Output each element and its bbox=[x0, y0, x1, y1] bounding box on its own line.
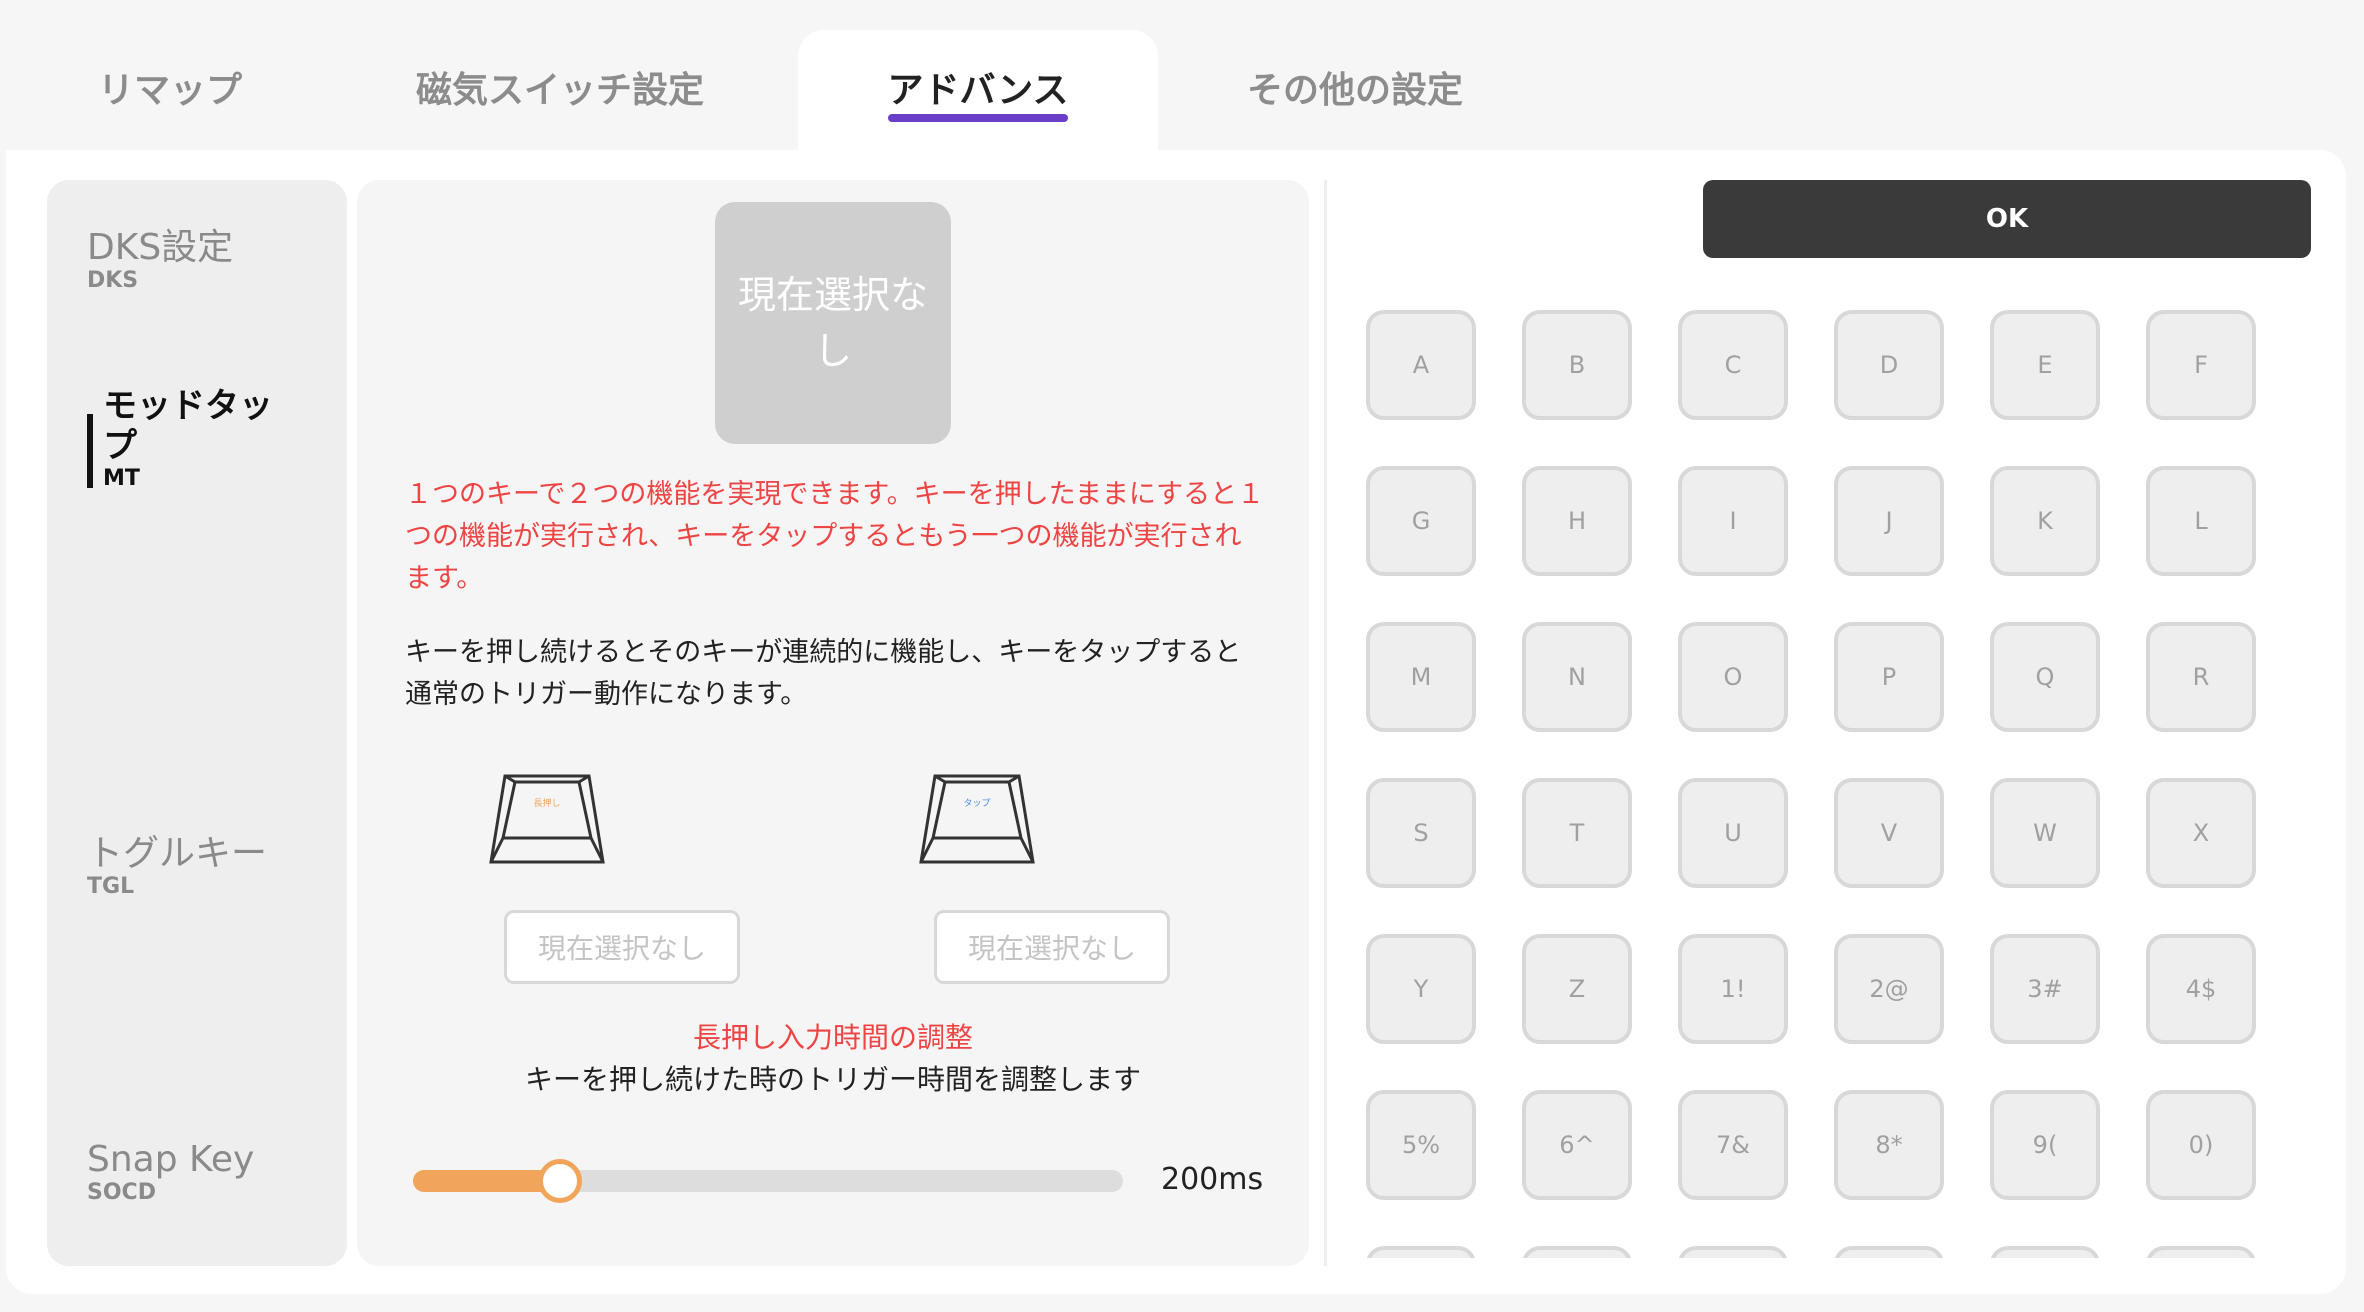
key-button[interactable]: H bbox=[1522, 466, 1632, 576]
key-button[interactable]: J bbox=[1834, 466, 1944, 576]
key-button[interactable]: 7& bbox=[1678, 1090, 1788, 1200]
key-button[interactable]: E bbox=[1990, 310, 2100, 420]
sidebar-item-dks[interactable]: DKS設定 DKS bbox=[87, 228, 233, 294]
sidebar-item-title: DKS設定 bbox=[87, 227, 234, 268]
key-button[interactable]: X bbox=[2146, 778, 2256, 888]
key-button[interactable]: D bbox=[1834, 310, 1944, 420]
sidebar-item-sub: MT bbox=[103, 466, 140, 491]
tab-label: その他の設定 bbox=[1246, 70, 1463, 111]
behavior-description: キーを押し続けるとそのキーが連続的に機能し、キーをタップすると通常のトリガー動作… bbox=[405, 637, 1242, 710]
current-selection-display[interactable]: 現在選択なし bbox=[715, 202, 951, 444]
feature-description: １つのキーで２つの機能を実現できます。キーを押したままにすると１つの機能が実行さ… bbox=[405, 479, 1265, 594]
key-button[interactable]: 4$ bbox=[2146, 934, 2256, 1044]
key-button[interactable]: F bbox=[2146, 310, 2256, 420]
key-button[interactable]: C bbox=[1678, 310, 1788, 420]
key-button[interactable]: I bbox=[1678, 466, 1788, 576]
sidebar-item-title: トグルキー bbox=[87, 833, 268, 874]
tap-action-button[interactable]: 現在選択なし bbox=[934, 910, 1170, 984]
key-button[interactable]: L bbox=[2146, 466, 2256, 576]
hold-time-title: 長押し入力時間の調整 bbox=[692, 1021, 973, 1054]
tab-label: 磁気スイッチ設定 bbox=[415, 70, 704, 111]
key-button[interactable]: 5% bbox=[1366, 1090, 1476, 1200]
key-button[interactable]: T bbox=[1522, 778, 1632, 888]
key-button[interactable]: R bbox=[2146, 622, 2256, 732]
tab-label: アドバンス bbox=[887, 70, 1069, 111]
key-button[interactable]: G bbox=[1366, 466, 1476, 576]
key-button[interactable]: 3# bbox=[1990, 934, 2100, 1044]
hold-keycap-icon: 長押し bbox=[489, 774, 605, 864]
active-item-indicator bbox=[87, 414, 93, 488]
ok-button[interactable]: OK bbox=[1703, 180, 2311, 258]
key-button[interactable]: 1! bbox=[1678, 934, 1788, 1044]
key-button[interactable] bbox=[1366, 1246, 1476, 1258]
key-button[interactable]: S bbox=[1366, 778, 1476, 888]
sidebar-item-title: Snap Key bbox=[87, 1139, 255, 1180]
sidebar-item-sub: TGL bbox=[87, 874, 135, 899]
tab-remap[interactable]: リマップ bbox=[60, 30, 280, 150]
mod-tap-config: 現在選択なし １つのキーで２つの機能を実現できます。キーを押したままにすると１つ… bbox=[357, 180, 1309, 1266]
main-panel: DKS設定 DKS モッドタップ MT トグルキー TGL Snap Key S… bbox=[6, 150, 2346, 1294]
key-button[interactable]: B bbox=[1522, 310, 1632, 420]
keycap-hold-label: 長押し bbox=[533, 797, 560, 809]
hold-time-slider[interactable] bbox=[413, 1159, 1123, 1203]
key-button[interactable] bbox=[1990, 1246, 2100, 1258]
key-button[interactable]: Z bbox=[1522, 934, 1632, 1044]
key-button[interactable]: M bbox=[1366, 622, 1476, 732]
key-button[interactable]: K bbox=[1990, 466, 2100, 576]
key-button[interactable]: O bbox=[1678, 622, 1788, 732]
sidebar-item-snap-key[interactable]: Snap Key SOCD bbox=[87, 1140, 254, 1206]
key-button[interactable]: N bbox=[1522, 622, 1632, 732]
hold-time-value: 200ms bbox=[1161, 1162, 1264, 1197]
hold-time-description: キーを押し続けた時のトリガー時間を調整します bbox=[524, 1063, 1141, 1096]
key-button[interactable]: 0) bbox=[2146, 1090, 2256, 1200]
sidebar-item-mod-tap[interactable]: モッドタップ MT bbox=[87, 386, 303, 492]
tab-advanced[interactable]: アドバンス bbox=[798, 30, 1158, 150]
key-button[interactable]: Q bbox=[1990, 622, 2100, 732]
sidebar-item-title: モッドタップ bbox=[103, 386, 273, 466]
sidebar-item-sub: DKS bbox=[87, 268, 139, 293]
key-button[interactable] bbox=[2146, 1246, 2256, 1258]
key-button[interactable] bbox=[1834, 1246, 1944, 1258]
key-button[interactable]: Y bbox=[1366, 934, 1476, 1044]
active-tab-indicator bbox=[888, 114, 1068, 122]
key-button[interactable]: A bbox=[1366, 310, 1476, 420]
keycap-tap-label: タップ bbox=[963, 798, 990, 809]
key-button[interactable]: 8* bbox=[1834, 1090, 1944, 1200]
slider-thumb[interactable] bbox=[538, 1159, 582, 1203]
key-button[interactable]: V bbox=[1834, 778, 1944, 888]
tab-bar: リマップ 磁気スイッチ設定 アドバンス その他の設定 bbox=[0, 0, 2364, 150]
advanced-sidebar: DKS設定 DKS モッドタップ MT トグルキー TGL Snap Key S… bbox=[47, 180, 347, 1266]
key-button[interactable]: W bbox=[1990, 778, 2100, 888]
slider-fill bbox=[413, 1170, 555, 1192]
sidebar-item-sub: SOCD bbox=[87, 1180, 156, 1205]
sidebar-item-toggle-key[interactable]: トグルキー TGL bbox=[87, 834, 267, 900]
tab-label: リマップ bbox=[97, 70, 242, 111]
tab-other-settings[interactable]: その他の設定 bbox=[1230, 30, 1480, 150]
key-button[interactable]: P bbox=[1834, 622, 1944, 732]
key-button[interactable]: 2@ bbox=[1834, 934, 1944, 1044]
tap-keycap-icon: タップ bbox=[919, 774, 1035, 864]
key-button[interactable] bbox=[1522, 1246, 1632, 1258]
key-button[interactable]: 6^ bbox=[1522, 1090, 1632, 1200]
key-button[interactable]: U bbox=[1678, 778, 1788, 888]
key-button[interactable] bbox=[1678, 1246, 1788, 1258]
panel-divider bbox=[1324, 180, 1327, 1266]
hold-action-button[interactable]: 現在選択なし bbox=[504, 910, 740, 984]
key-button[interactable]: 9( bbox=[1990, 1090, 2100, 1200]
tab-magnetic-switch[interactable]: 磁気スイッチ設定 bbox=[400, 30, 720, 150]
key-picker-grid: A B C D E F G H I J K L M N O P Q R S T U V W X Y Z 1! 2@ 3# 4$ 5% 6^ 7&… bbox=[1366, 310, 2306, 1258]
